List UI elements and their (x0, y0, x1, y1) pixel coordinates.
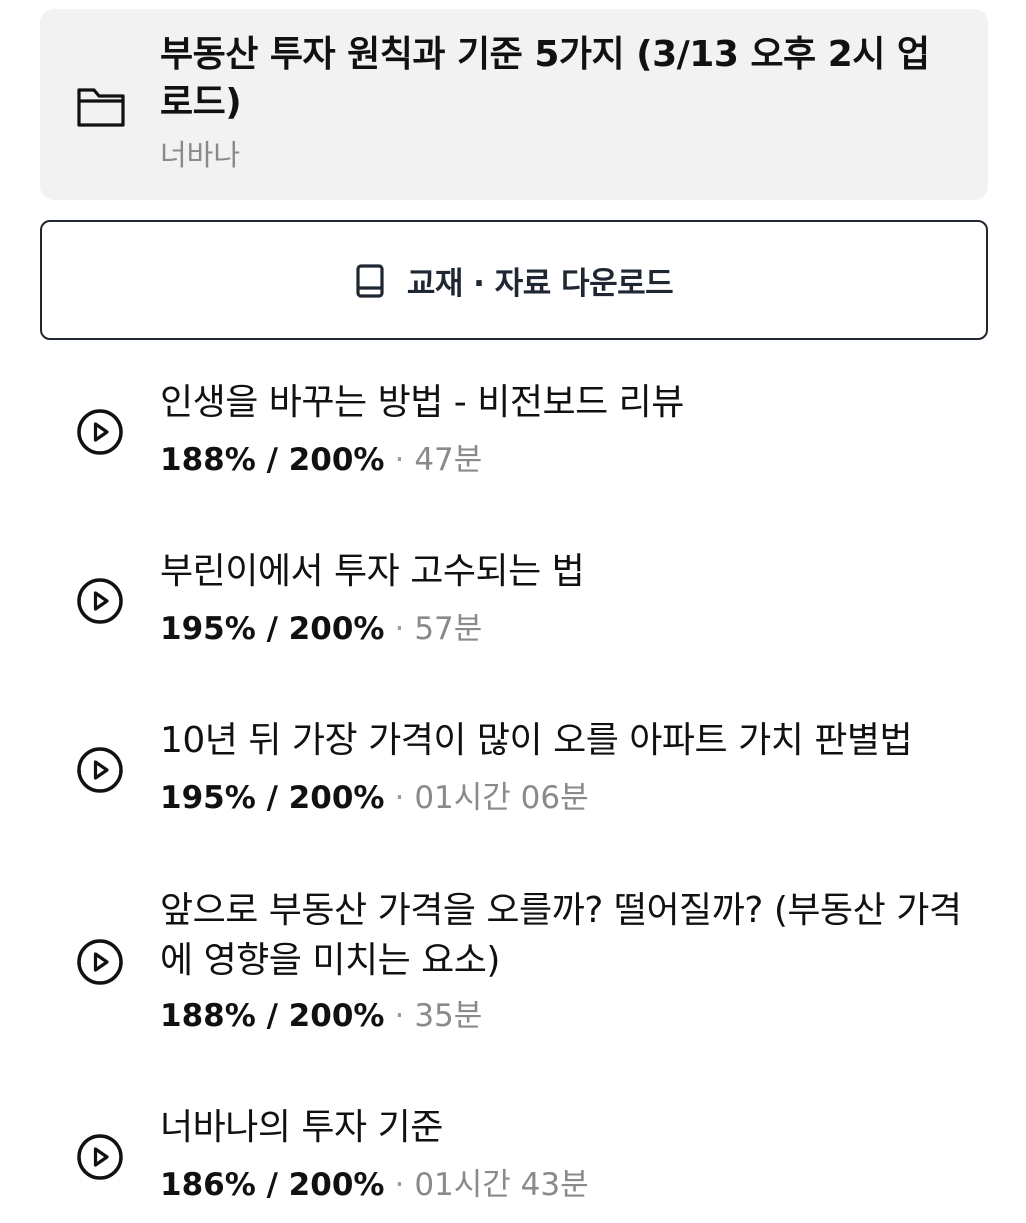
lesson-duration: 47분 (414, 442, 483, 478)
book-icon (356, 264, 384, 298)
play-icon[interactable] (76, 577, 124, 625)
lesson-meta: 188% / 200% · 47분 (160, 440, 482, 480)
folder-author: 너바나 (160, 138, 241, 172)
lesson-meta: 195% / 200% · 01시간 06분 (160, 778, 589, 818)
lesson-duration: 35분 (414, 998, 483, 1034)
folder-title: 부동산 투자 원칙과 기준 5가지 (3/13 오후 2시 업로드) (160, 34, 930, 123)
play-icon[interactable] (76, 938, 124, 986)
lesson-progress: 186% / 200% (160, 1167, 385, 1203)
lesson-title: 10년 뒤 가장 가격이 많이 오를 아파트 가치 판별법 (160, 720, 913, 761)
lesson-item[interactable]: 10년 뒤 가장 가격이 많이 오를 아파트 가치 판별법 195% / 200… (40, 716, 988, 826)
lesson-meta: 195% / 200% · 57분 (160, 609, 482, 649)
lesson-meta: 186% / 200% · 01시간 43분 (160, 1165, 589, 1205)
lesson-item[interactable]: 부린이에서 투자 고수되는 법 195% / 200% · 57분 (40, 547, 988, 657)
download-button-label: 교재 · 자료 다운로드 (406, 265, 674, 302)
play-icon[interactable] (76, 1133, 124, 1181)
lesson-progress: 188% / 200% (160, 442, 385, 478)
meta-separator: · (394, 998, 405, 1034)
lesson-duration: 01시간 06분 (414, 780, 589, 816)
folder-icon (77, 88, 125, 127)
lesson-item[interactable]: 너바나의 투자 기준 186% / 200% · 01시간 43분 (40, 1103, 988, 1213)
lesson-title: 앞으로 부동산 가격을 오를까? 떨어질까? (부동산 가격에 영향을 미치는 … (160, 890, 962, 981)
meta-separator: · (394, 442, 405, 478)
lesson-progress: 195% / 200% (160, 611, 385, 647)
lesson-item[interactable]: 인생을 바꾸는 방법 - 비전보드 리뷰 188% / 200% · 47분 (40, 378, 988, 488)
lesson-item[interactable]: 앞으로 부동산 가격을 오를까? 떨어질까? (부동산 가격에 영향을 미치는 … (40, 886, 988, 1041)
meta-separator: · (394, 780, 405, 816)
lesson-duration: 01시간 43분 (414, 1167, 589, 1203)
lesson-progress: 188% / 200% (160, 998, 385, 1034)
lesson-title: 인생을 바꾸는 방법 - 비전보드 리뷰 (160, 382, 684, 423)
lesson-duration: 57분 (414, 611, 483, 647)
materials-download-button[interactable]: 교재 · 자료 다운로드 (40, 220, 988, 340)
lesson-title: 부린이에서 투자 고수되는 법 (160, 551, 585, 592)
lesson-progress: 195% / 200% (160, 780, 385, 816)
meta-separator: · (394, 1167, 405, 1203)
meta-separator: · (394, 611, 405, 647)
lesson-meta: 188% / 200% · 35분 (160, 996, 482, 1036)
folder-card[interactable]: 부동산 투자 원칙과 기준 5가지 (3/13 오후 2시 업로드) 너바나 (40, 9, 988, 200)
lesson-title: 너바나의 투자 기준 (160, 1107, 443, 1148)
play-icon[interactable] (76, 746, 124, 794)
play-icon[interactable] (76, 408, 124, 456)
